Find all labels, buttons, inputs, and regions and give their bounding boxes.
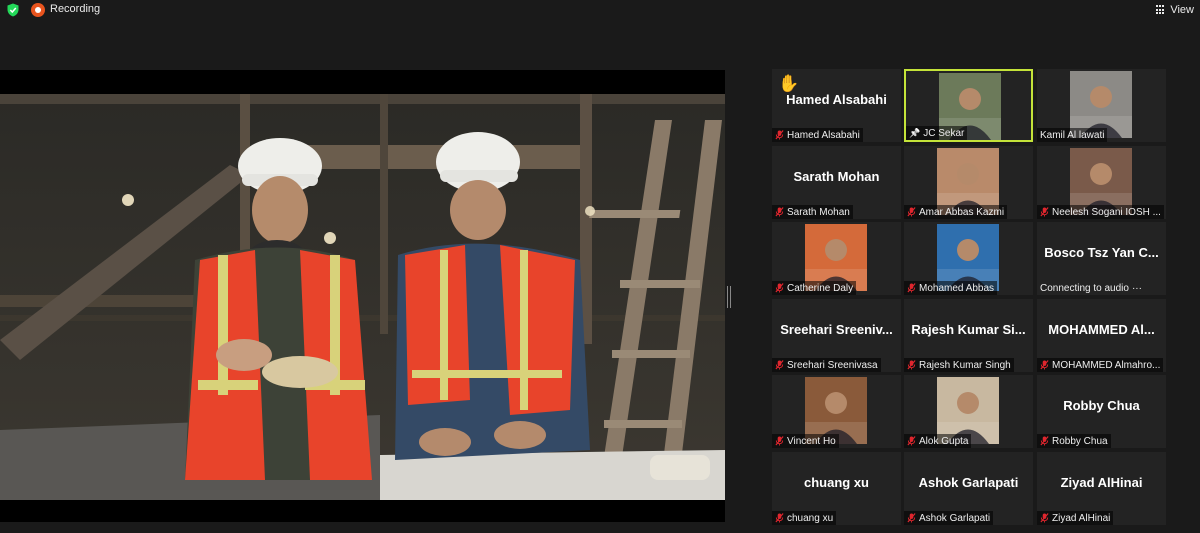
muted-mic-icon xyxy=(775,283,784,293)
participant-name-label: Rajesh Kumar Singh xyxy=(904,358,1014,372)
participant-name-label: Catherine Daly xyxy=(772,281,857,295)
muted-mic-icon xyxy=(775,207,784,217)
muted-mic-icon xyxy=(1040,207,1049,217)
participant-tile[interactable]: ✋ Hamed Alsabahi Hamed Alsabahi xyxy=(772,69,901,142)
participant-name-label: Vincent Ho xyxy=(772,434,839,448)
participant-label-text: Ashok Garlapati xyxy=(919,512,991,524)
view-button[interactable]: View xyxy=(1156,2,1194,18)
participant-display-name: Sarath Mohan xyxy=(793,169,880,184)
participant-display-name: Bosco Tsz Yan C... xyxy=(1044,245,1159,260)
muted-mic-icon xyxy=(775,513,784,523)
participant-label-text: MOHAMMED Almahro... xyxy=(1052,359,1161,371)
participant-name-label: MOHAMMED Almahro... xyxy=(1037,358,1164,372)
participant-display-name: Rajesh Kumar Si... xyxy=(911,322,1026,337)
muted-mic-icon xyxy=(1040,513,1049,523)
shield-icon[interactable] xyxy=(6,3,20,17)
recording-icon[interactable] xyxy=(31,3,45,17)
muted-mic-icon xyxy=(907,207,916,217)
muted-mic-icon xyxy=(907,436,916,446)
splitter-handle[interactable] xyxy=(727,286,731,308)
participant-label-text: chuang xu xyxy=(787,512,834,524)
participant-label-text: Neelesh Sogani IOSH ... xyxy=(1052,206,1161,218)
participant-tile[interactable]: Kamil Al lawati xyxy=(1037,69,1166,142)
recording-label[interactable]: Recording xyxy=(50,3,100,15)
participant-name-label: Kamil Al lawati xyxy=(1037,128,1108,142)
participant-tile[interactable]: Robby Chua Robby Chua xyxy=(1037,375,1166,448)
pin-icon: 📌 xyxy=(909,127,921,138)
participant-display-name: MOHAMMED Al... xyxy=(1048,322,1155,337)
participant-label-text: Kamil Al lawati xyxy=(1040,129,1105,141)
participant-name-label: 📌 JC Sekar xyxy=(906,126,968,140)
participant-name-label: Robby Chua xyxy=(1037,434,1111,448)
participant-name-label: Hamed Alsabahi xyxy=(772,128,863,142)
participant-tile[interactable]: Vincent Ho xyxy=(772,375,901,448)
participant-tile[interactable]: Amar Abbas Kazmi xyxy=(904,146,1033,219)
muted-mic-icon xyxy=(1040,360,1049,370)
participant-label-text: Connecting to audio xyxy=(1040,282,1129,294)
participant-label-text: Sarath Mohan xyxy=(787,206,850,218)
participant-tile[interactable]: Sarath Mohan Sarath Mohan xyxy=(772,146,901,219)
connecting-dots-icon: ··· xyxy=(1131,282,1142,294)
participant-tile[interactable]: MOHAMMED Al... MOHAMMED Almahro... xyxy=(1037,299,1166,372)
participant-tile[interactable]: Rajesh Kumar Si... Rajesh Kumar Singh xyxy=(904,299,1033,372)
construction-scene-image xyxy=(0,70,725,522)
participant-display-name: Hamed Alsabahi xyxy=(786,92,887,107)
participant-tile[interactable]: Ziyad AlHinai Ziyad AlHinai xyxy=(1037,452,1166,525)
top-bar: Recording View xyxy=(0,0,1200,20)
participant-tile[interactable]: Catherine Daly xyxy=(772,222,901,295)
participant-display-name: Sreehari Sreeniv... xyxy=(780,322,893,337)
participant-label-text: Mohamed Abbas xyxy=(919,282,995,294)
view-label: View xyxy=(1170,4,1194,16)
participant-tile[interactable]: Alok Gupta xyxy=(904,375,1033,448)
participant-name-label: Sarath Mohan xyxy=(772,205,853,219)
muted-mic-icon xyxy=(907,360,916,370)
participant-name-label: Alok Gupta xyxy=(904,434,972,448)
participant-display-name: chuang xu xyxy=(803,475,869,490)
muted-mic-icon xyxy=(775,436,784,446)
participant-display-name: Ashok Garlapati xyxy=(918,475,1019,490)
participant-display-name: Robby Chua xyxy=(1063,398,1140,413)
participant-label-text: Amar Abbas Kazmi xyxy=(919,206,1005,218)
participant-label-text: Catherine Daly xyxy=(787,282,854,294)
participant-name-label: Connecting to audio ··· xyxy=(1037,281,1145,295)
participant-tile[interactable]: Sreehari Sreeniv... Sreehari Sreenivasa xyxy=(772,299,901,372)
muted-mic-icon xyxy=(775,360,784,370)
participant-name-label: Ashok Garlapati xyxy=(904,511,994,525)
participant-name-label: Neelesh Sogani IOSH ... xyxy=(1037,205,1164,219)
participant-label-text: Ziyad AlHinai xyxy=(1052,512,1111,524)
participant-label-text: Sreehari Sreenivasa xyxy=(787,359,878,371)
muted-mic-icon xyxy=(907,283,916,293)
participant-tile[interactable]: Bosco Tsz Yan C... Connecting to audio ··· xyxy=(1037,222,1166,295)
muted-mic-icon xyxy=(907,513,916,523)
participant-name-label: chuang xu xyxy=(772,511,837,525)
grid-view-icon xyxy=(1156,5,1166,15)
participant-label-text: Vincent Ho xyxy=(787,435,836,447)
participant-label-text: Robby Chua xyxy=(1052,435,1108,447)
participant-label-text: Rajesh Kumar Singh xyxy=(919,359,1011,371)
participant-name-label: Ziyad AlHinai xyxy=(1037,511,1114,525)
participant-label-text: JC Sekar xyxy=(923,127,965,139)
participant-label-text: Hamed Alsabahi xyxy=(787,129,860,141)
raised-hand-icon: ✋ xyxy=(778,74,800,93)
participant-name-label: Sreehari Sreenivasa xyxy=(772,358,881,372)
muted-mic-icon xyxy=(775,130,784,140)
participant-tile[interactable]: chuang xu chuang xu xyxy=(772,452,901,525)
participant-label-text: Alok Gupta xyxy=(919,435,969,447)
participant-tile[interactable]: Ashok Garlapati Ashok Garlapati xyxy=(904,452,1033,525)
participant-tile[interactable]: 📌 JC Sekar xyxy=(904,69,1033,142)
participant-tile[interactable]: Neelesh Sogani IOSH ... xyxy=(1037,146,1166,219)
participant-name-label: Amar Abbas Kazmi xyxy=(904,205,1008,219)
participant-tile[interactable]: Mohamed Abbas xyxy=(904,222,1033,295)
participant-display-name: Ziyad AlHinai xyxy=(1060,475,1143,490)
shared-screen-video[interactable] xyxy=(0,70,725,522)
muted-mic-icon xyxy=(1040,436,1049,446)
participant-name-label: Mohamed Abbas xyxy=(904,281,998,295)
